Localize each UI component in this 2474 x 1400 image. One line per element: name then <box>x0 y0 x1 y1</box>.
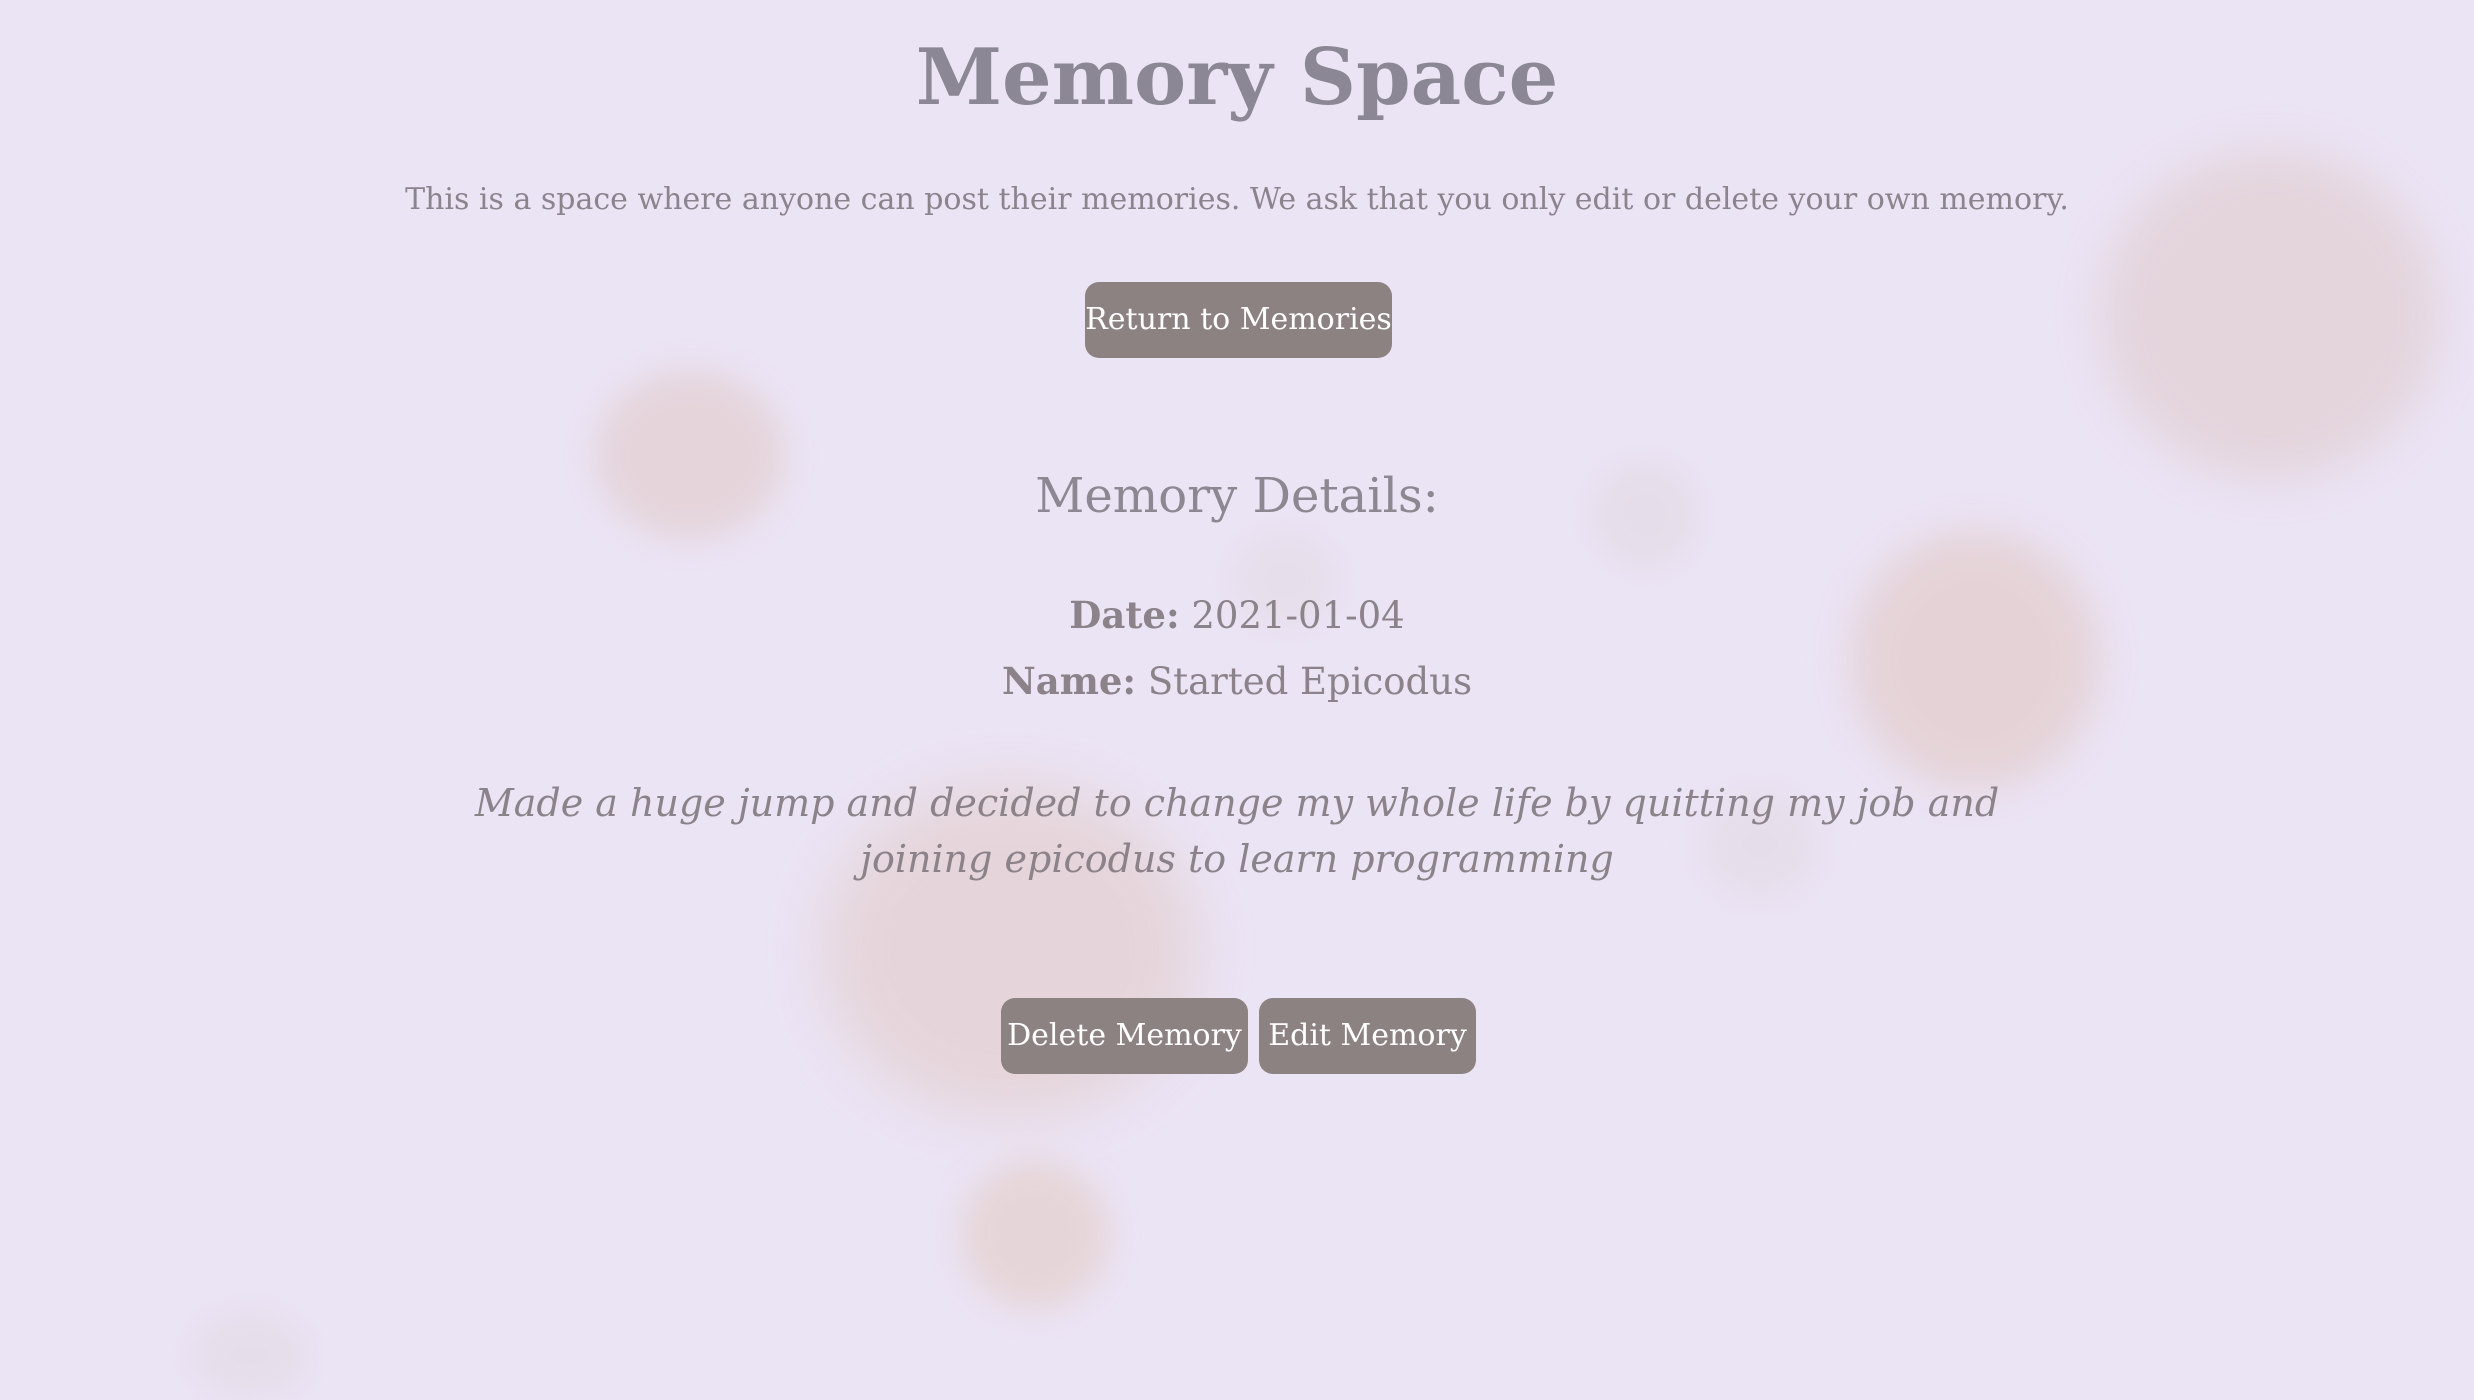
intro-text: This is a space where anyone can post th… <box>405 182 2069 217</box>
memory-date: Date: 2021-01-04 <box>0 588 2474 643</box>
name-label: Name: <box>1001 659 1137 703</box>
return-to-memories-button[interactable]: Return to Memories <box>1085 282 1392 358</box>
memory-description: Made a huge jump and decided to change m… <box>474 781 2000 881</box>
name-value: Started Epicodus <box>1147 660 1473 703</box>
memory-name: Name: Started Epicodus <box>0 654 2474 709</box>
page-title: Memory Space <box>915 32 1559 123</box>
delete-memory-button[interactable]: Delete Memory <box>1001 998 1248 1074</box>
memory-details-heading: Memory Details: <box>1035 468 1439 524</box>
date-label: Date: <box>1069 593 1180 637</box>
background-blob <box>190 1310 310 1400</box>
date-value: 2021-01-04 <box>1191 594 1405 637</box>
edit-memory-button[interactable]: Edit Memory <box>1259 998 1476 1074</box>
background-blob <box>960 1160 1110 1310</box>
